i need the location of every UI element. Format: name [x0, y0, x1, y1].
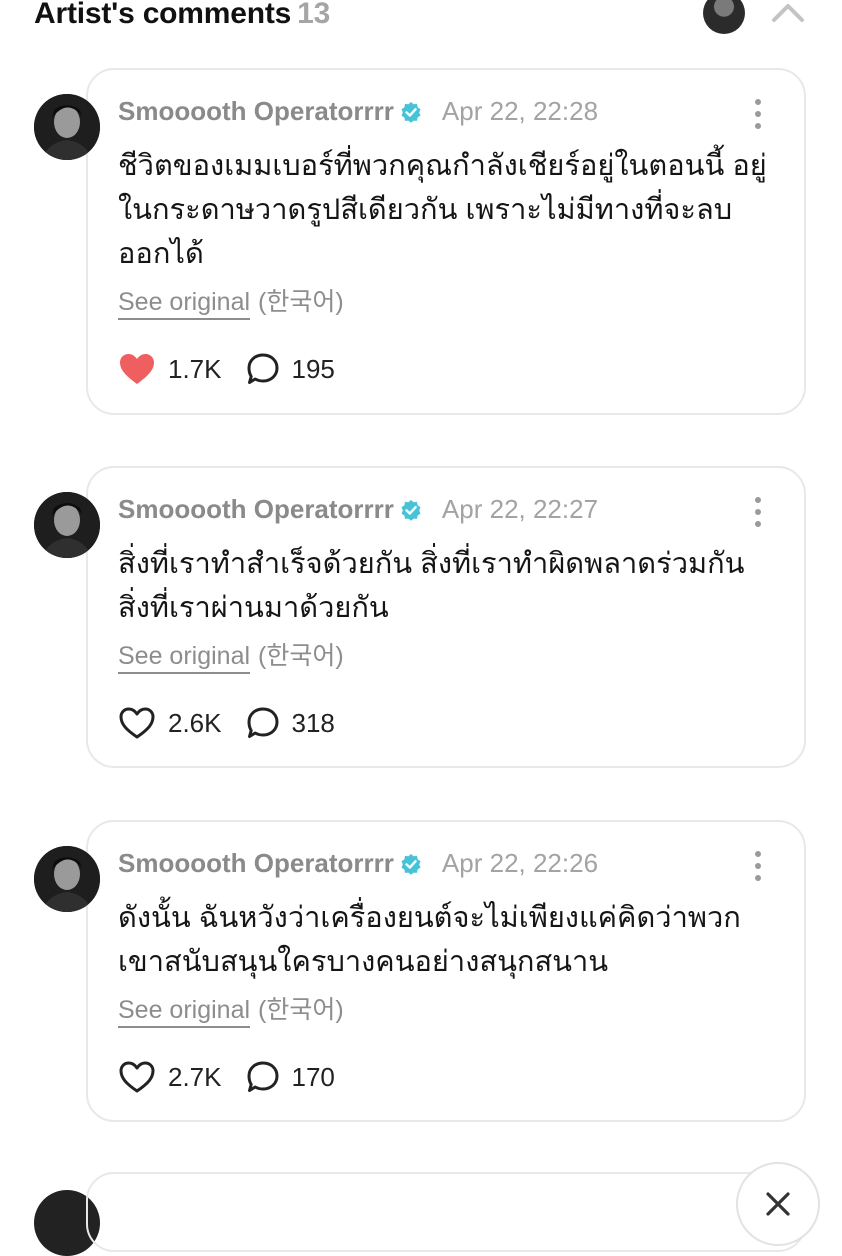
reply-button[interactable]: 195: [246, 352, 335, 386]
section-title-text: Artist's comments: [34, 0, 292, 30]
heart-icon: [119, 1061, 155, 1093]
original-language: (한국어): [258, 642, 344, 670]
reply-button[interactable]: 170: [246, 1060, 335, 1094]
comment-card: [86, 1172, 806, 1252]
comment-actions: 2.7K 170: [118, 1060, 335, 1094]
artist-avatar[interactable]: [703, 0, 745, 34]
more-options-button[interactable]: [748, 846, 768, 886]
comment-timestamp: Apr 22, 22:27: [441, 494, 599, 524]
comments-header: Artist's comments 13: [0, 0, 842, 40]
original-language: (한국어): [258, 996, 344, 1024]
section-title: Artist's comments 13: [34, 0, 330, 31]
more-options-button[interactable]: [748, 492, 768, 532]
reply-count: 195: [291, 353, 335, 384]
comment-text: สิ่งที่เราทำสำเร็จด้วยกัน สิ่งที่เราทำผิ…: [118, 548, 745, 624]
more-vertical-icon: [755, 497, 761, 527]
speech-bubble-icon: [247, 353, 278, 384]
see-original-row: See original (한국어): [118, 990, 344, 1026]
verified-badge-icon: [401, 853, 421, 875]
heart-icon: [119, 707, 155, 739]
like-count: 1.7K: [168, 353, 222, 384]
reply-count: 170: [291, 1061, 335, 1092]
comment-count: 13: [297, 0, 331, 30]
see-original-row: See original (한국어): [118, 636, 344, 672]
avatar[interactable]: [34, 94, 100, 160]
speech-bubble-icon: [247, 707, 278, 738]
more-vertical-icon: [755, 99, 761, 129]
author-name[interactable]: Smooooth Operatorrrr: [118, 494, 394, 525]
see-original-link[interactable]: See original: [118, 642, 250, 670]
original-language: (한국어): [258, 288, 344, 316]
chevron-up-icon: [772, 4, 804, 22]
comment-meta: Smooooth Operatorrrr Apr 22, 22:26: [118, 848, 598, 879]
comment-timestamp: Apr 22, 22:28: [441, 96, 599, 126]
comment-actions: 1.7K 195: [118, 352, 335, 386]
like-button[interactable]: 2.6K: [118, 706, 222, 740]
comment-item: Smooooth Operatorrrr Apr 22, 22:28 ชีวิต…: [0, 68, 842, 418]
see-original-link[interactable]: See original: [118, 288, 250, 316]
comment-timestamp: Apr 22, 22:26: [441, 848, 599, 878]
collapse-button[interactable]: [766, 0, 810, 34]
like-button[interactable]: 2.7K: [118, 1060, 222, 1094]
more-vertical-icon: [755, 851, 761, 881]
comment-actions: 2.6K 318: [118, 706, 335, 740]
like-button[interactable]: 1.7K: [118, 352, 222, 386]
reply-button[interactable]: 318: [246, 706, 335, 740]
more-options-button[interactable]: [748, 94, 768, 134]
avatar[interactable]: [34, 492, 100, 558]
like-count: 2.6K: [168, 707, 222, 738]
avatar[interactable]: [34, 846, 100, 912]
comment-text: ดังนั้น ฉันหวังว่าเครื่องยนต์จะไม่เพียงแ…: [118, 902, 741, 978]
comment-text: ชีวิตของเมมเบอร์ที่พวกคุณกำลังเชียร์อยู่…: [118, 150, 767, 270]
author-name[interactable]: Smooooth Operatorrrr: [118, 96, 394, 127]
see-original-link[interactable]: See original: [118, 996, 250, 1024]
comment-item: Smooooth Operatorrrr Apr 22, 22:26 ดังนั…: [0, 820, 842, 1124]
heart-icon: [120, 354, 154, 384]
close-icon: [766, 1192, 790, 1216]
see-original-row: See original (한국어): [118, 282, 344, 318]
author-name[interactable]: Smooooth Operatorrrr: [118, 848, 394, 879]
verified-badge-icon: [401, 499, 421, 521]
reply-count: 318: [291, 707, 335, 738]
verified-badge-icon: [401, 101, 421, 123]
comment-meta: Smooooth Operatorrrr Apr 22, 22:27: [118, 494, 598, 525]
speech-bubble-icon: [247, 1061, 278, 1092]
close-button[interactable]: [736, 1162, 820, 1246]
comment-item: Smooooth Operatorrrr Apr 22, 22:27 สิ่งท…: [0, 466, 842, 770]
comment-meta: Smooooth Operatorrrr Apr 22, 22:28: [118, 96, 598, 127]
like-count: 2.7K: [168, 1061, 222, 1092]
